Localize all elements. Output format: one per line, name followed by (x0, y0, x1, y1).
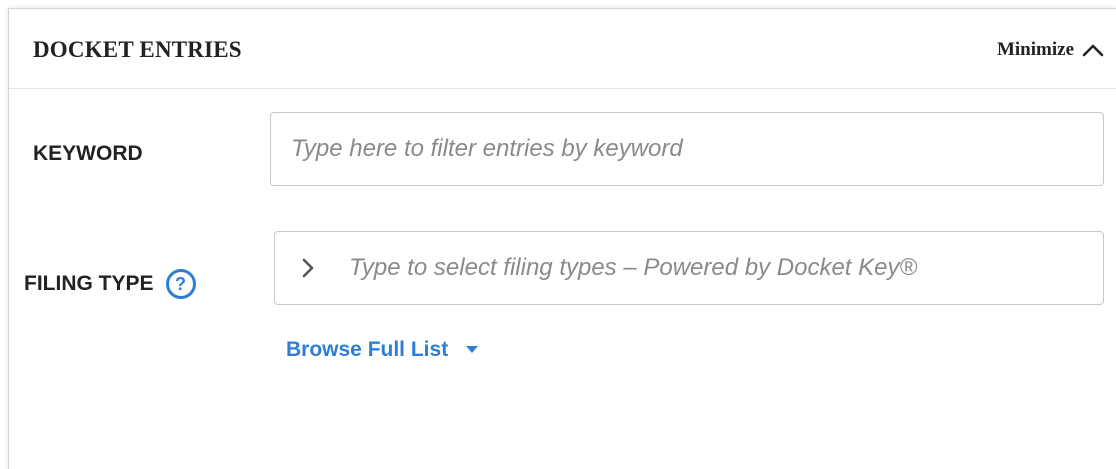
help-glyph: ? (175, 273, 187, 294)
keyword-label: KEYWORD (33, 142, 143, 165)
minimize-button[interactable]: Minimize (997, 39, 1104, 61)
filing-type-label: FILING TYPE (24, 272, 154, 295)
chevron-right-icon[interactable] (301, 257, 315, 279)
filing-type-label-row: FILING TYPE ? (24, 269, 196, 299)
minimize-label: Minimize (996, 39, 1074, 60)
filing-type-select[interactable] (274, 231, 1104, 305)
chevron-up-icon (1082, 44, 1104, 57)
question-circle-icon[interactable]: ? (165, 269, 196, 299)
browse-full-list-label: Browse Full List (286, 338, 449, 361)
panel-header: DOCKET ENTRIES Minimize (9, 9, 1116, 89)
caret-down-icon (466, 346, 479, 353)
browse-full-list-link[interactable]: Browse Full List (286, 338, 479, 362)
panel-title: DOCKET ENTRIES (33, 37, 242, 62)
keyword-filter-input[interactable] (270, 112, 1104, 186)
filing-type-input[interactable] (349, 232, 1089, 304)
